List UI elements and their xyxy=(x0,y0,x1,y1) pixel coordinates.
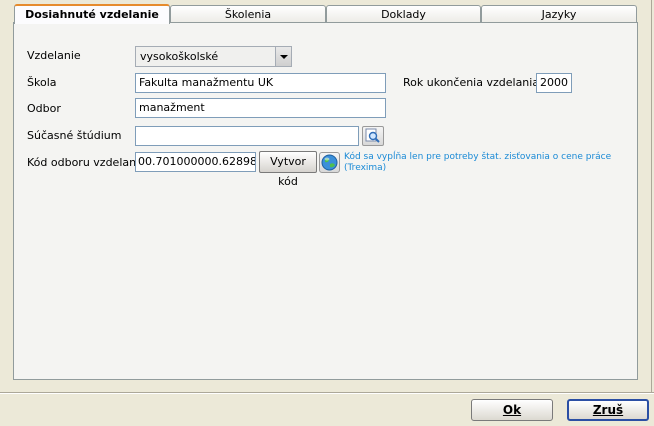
sucasne-studium-field[interactable] xyxy=(135,126,359,146)
kod-odboru-label: Kód odboru vzdelania xyxy=(27,156,146,169)
tab-jazyky[interactable]: Jazyky xyxy=(481,5,637,23)
sucasne-studium-label: Súčasné štúdium xyxy=(27,129,122,142)
footer-divider-highlight xyxy=(0,393,654,394)
vzdelanie-select[interactable]: vysokoškolské xyxy=(135,46,292,67)
skola-label: Škola xyxy=(27,76,57,89)
cancel-button[interactable]: Zruš xyxy=(567,399,649,421)
search-button[interactable] xyxy=(362,126,384,146)
vzdelanie-label: Vzdelanie xyxy=(27,49,81,62)
tab-panel: Vzdelanie vysokoškolské Škola Fakulta ma… xyxy=(13,22,638,380)
tab-skolenia[interactable]: Školenia xyxy=(170,5,326,23)
kod-odboru-field[interactable]: 00.701000000.6289800 xyxy=(135,152,256,172)
globe-icon xyxy=(321,154,338,171)
rok-label: Rok ukončenia vzdelania xyxy=(403,76,540,89)
kod-hint-line2: (Trexima) xyxy=(344,163,387,173)
odbor-field[interactable]: manažment xyxy=(135,98,386,118)
tab-dosiahnute-vzdelanie[interactable]: Dosiahnuté vzdelanie xyxy=(14,4,170,24)
odbor-label: Odbor xyxy=(27,102,61,115)
ok-button[interactable]: Ok xyxy=(471,399,553,421)
chevron-down-icon[interactable] xyxy=(275,47,291,66)
tab-doklady[interactable]: Doklady xyxy=(326,5,481,23)
rok-field[interactable]: 2000 xyxy=(536,73,572,93)
window-edge xyxy=(651,0,652,392)
kod-hint: Kód sa vypĺňa len pre potreby štat. zisť… xyxy=(344,152,624,174)
kod-hint-line1: Kód sa vypĺňa len pre potreby štat. zisť… xyxy=(344,152,612,162)
vzdelanie-value: vysokoškolské xyxy=(140,50,219,63)
globe-button[interactable] xyxy=(319,152,340,173)
search-icon xyxy=(365,128,380,143)
vytvor-kod-button[interactable]: Vytvor kód xyxy=(259,151,317,188)
tab-strip: Dosiahnuté vzdelanie Školenia Doklady Ja… xyxy=(14,4,637,24)
skola-field[interactable]: Fakulta manažmentu UK xyxy=(135,73,386,93)
